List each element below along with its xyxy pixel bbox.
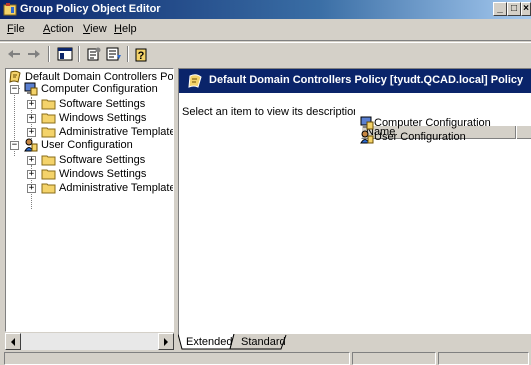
policy-scroll-icon [188, 74, 202, 88]
toolbar-separator [48, 46, 50, 62]
gpo-editor-window: Group Policy Object Editor _ □ × File Ac… [0, 0, 531, 365]
policy-banner-title: Default Domain Controllers Policy [tyudt… [209, 74, 524, 86]
tree-item-user-administrative-templates[interactable]: Administrative Templates [41, 181, 173, 195]
status-bar [0, 351, 531, 365]
details-pane: Default Domain Controllers Policy [tyudt… [178, 68, 531, 334]
back-arrow-icon [8, 50, 20, 58]
close-button[interactable]: × [521, 2, 531, 16]
description-text: Select an item to view its description. [182, 106, 363, 118]
status-panel-2 [352, 352, 436, 365]
menu-bar: File Action View Help [0, 19, 531, 41]
export-list-icon [106, 47, 121, 61]
toolbar-separator [127, 46, 129, 62]
window-title: Group Policy Object Editor [20, 3, 161, 15]
help-button[interactable]: ? [133, 45, 153, 63]
minimize-button[interactable]: _ [493, 2, 507, 16]
toolbar: ? [0, 42, 531, 66]
view-tabs: Extended Standard [178, 334, 531, 350]
expand-user-administrative-templates-toggle[interactable]: + [27, 184, 36, 193]
tree-item-administrative-templates[interactable]: Administrative Templates [41, 125, 173, 139]
help-icon: ? [135, 48, 147, 62]
tree-item-user-windows-settings[interactable]: Windows Settings [41, 167, 146, 181]
tree-item-user-software-settings[interactable]: Software Settings [41, 153, 145, 167]
svg-text:?: ? [138, 50, 145, 62]
tree-horizontal-scrollbar[interactable] [5, 333, 174, 350]
toolbar-separator [78, 46, 80, 62]
folder-icon [41, 99, 56, 110]
folder-icon [41, 127, 56, 138]
status-panel-3 [438, 352, 529, 365]
menu-help[interactable]: Help [114, 23, 137, 35]
console-tree[interactable]: Default Domain Controllers Policy [t − C… [5, 68, 174, 332]
list-item-user-configuration[interactable]: User Configuration [360, 130, 466, 144]
scroll-right-button[interactable] [158, 333, 174, 350]
properties-icon [87, 47, 101, 61]
expand-windows-settings-toggle[interactable]: + [27, 114, 36, 123]
computer-icon [360, 116, 374, 130]
back-button[interactable] [4, 45, 24, 63]
user-icon [24, 138, 38, 152]
menu-file[interactable]: File [7, 23, 25, 35]
tree-item-windows-settings[interactable]: Windows Settings [41, 111, 146, 125]
folder-icon [41, 169, 56, 180]
folder-icon [41, 155, 56, 166]
expand-user-windows-settings-toggle[interactable]: + [27, 170, 36, 179]
tree-item-user-configuration[interactable]: User Configuration [24, 138, 133, 152]
status-panel-main [4, 352, 350, 365]
folder-icon [41, 183, 56, 194]
title-bar[interactable]: Group Policy Object Editor _ □ × [0, 0, 531, 19]
scroll-left-button[interactable] [5, 333, 21, 350]
tree-item-software-settings[interactable]: Software Settings [41, 97, 145, 111]
user-icon [360, 130, 374, 144]
list-item-computer-configuration[interactable]: Computer Configuration [360, 116, 491, 130]
computer-icon [24, 82, 38, 96]
column-divider[interactable] [515, 126, 517, 139]
expand-software-settings-toggle[interactable]: + [27, 100, 36, 109]
collapse-computer-toggle[interactable]: − [10, 85, 19, 94]
maximize-button[interactable]: □ [507, 2, 521, 16]
tab-extended[interactable]: Extended [186, 334, 232, 349]
properties-button[interactable] [84, 45, 104, 63]
console-tree-icon [57, 47, 73, 61]
forward-button[interactable] [24, 45, 44, 63]
export-list-button[interactable] [104, 45, 124, 63]
menu-view[interactable]: View [83, 23, 107, 35]
tab-standard[interactable]: Standard [241, 334, 286, 349]
show-hide-tree-button[interactable] [55, 45, 75, 63]
policy-scroll-icon [9, 70, 21, 83]
scroll-right-arrow-icon [164, 337, 168, 346]
collapse-user-toggle[interactable]: − [10, 141, 19, 150]
expand-user-software-settings-toggle[interactable]: + [27, 156, 36, 165]
scroll-left-arrow-icon [11, 337, 15, 346]
expand-administrative-templates-toggle[interactable]: + [27, 128, 36, 137]
gpo-app-icon [3, 3, 17, 16]
tree-item-computer-configuration[interactable]: Computer Configuration [24, 82, 158, 96]
folder-icon [41, 113, 56, 124]
menu-action[interactable]: Action [43, 23, 74, 35]
forward-arrow-icon [28, 50, 40, 58]
policy-banner: Default Domain Controllers Policy [tyudt… [179, 69, 531, 93]
